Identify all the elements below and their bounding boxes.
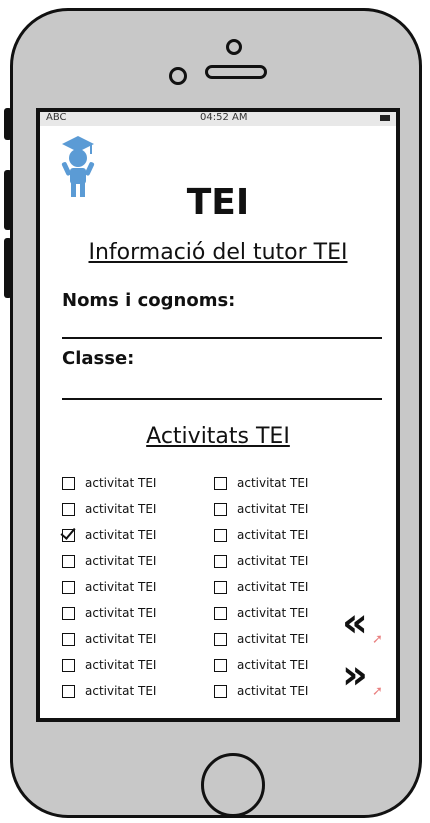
activity-label: activitat TEI: [237, 684, 309, 698]
page-title: TEI: [186, 182, 250, 223]
checkbox[interactable]: [214, 606, 227, 620]
activity-label: activitat TEI: [237, 658, 309, 672]
activity-item[interactable]: activitat TEI: [62, 678, 156, 704]
double-chevron-left-icon: «: [342, 600, 368, 646]
activity-label: activitat TEI: [237, 580, 309, 594]
front-camera: [169, 67, 187, 85]
mute-switch[interactable]: [4, 108, 12, 140]
activity-item[interactable]: activitat TEI: [214, 574, 308, 600]
prev-page-button[interactable]: « ➚: [342, 600, 386, 650]
carrier-label: ABC: [46, 112, 67, 123]
class-input-line[interactable]: [62, 398, 382, 400]
activity-label: activitat TEI: [237, 606, 309, 620]
activity-item[interactable]: activitat TEI: [214, 496, 308, 522]
activity-item[interactable]: activitat TEI: [214, 522, 308, 548]
phone-screen: ABC 04:52 AM TEI Informació del tutor TE…: [36, 108, 400, 722]
checkbox[interactable]: [62, 658, 75, 672]
volume-down-button[interactable]: [4, 238, 12, 298]
checkbox[interactable]: [62, 502, 75, 516]
checkbox[interactable]: [214, 684, 227, 698]
activities-title: Activitats TEI: [146, 424, 290, 449]
activities-left-column: activitat TEI activitat TEI activitat TEI a…: [62, 470, 156, 704]
checkbox[interactable]: [214, 632, 227, 646]
battery-icon: [380, 115, 390, 121]
name-input-line[interactable]: [62, 337, 382, 339]
activity-item[interactable]: activitat TEI: [214, 678, 308, 704]
volume-up-button[interactable]: [4, 170, 12, 230]
activity-label: activitat TEI: [237, 502, 309, 516]
activity-label: activitat TEI: [85, 554, 157, 568]
activity-item[interactable]: activitat TEI: [214, 600, 308, 626]
activity-item[interactable]: activitat TEI: [62, 626, 156, 652]
checkbox[interactable]: [62, 606, 75, 620]
checkbox[interactable]: [214, 554, 227, 568]
activity-label: activitat TEI: [85, 528, 157, 542]
checkbox[interactable]: [214, 528, 227, 542]
activity-item[interactable]: activitat TEI: [214, 548, 308, 574]
activity-label: activitat TEI: [237, 632, 309, 646]
activity-label: activitat TEI: [237, 528, 309, 542]
checkbox[interactable]: [62, 476, 75, 490]
activity-item[interactable]: activitat TEI: [214, 652, 308, 678]
activities-right-column: activitat TEI activitat TEI activitat TEI a…: [214, 470, 308, 704]
name-label: Noms i cognoms:: [62, 290, 236, 311]
activity-item[interactable]: activitat TEI: [62, 522, 156, 548]
camera-dot: [226, 39, 242, 55]
checkbox-checked[interactable]: [62, 528, 75, 542]
checkbox[interactable]: [214, 658, 227, 672]
checkbox[interactable]: [62, 632, 75, 646]
activity-item[interactable]: activitat TEI: [214, 470, 308, 496]
activity-item[interactable]: activitat TEI: [62, 600, 156, 626]
page-subtitle: Informació del tutor TEI: [88, 240, 348, 265]
next-page-button[interactable]: » ➚: [342, 652, 386, 702]
activity-label: activitat TEI: [85, 606, 157, 620]
class-label: Classe:: [62, 348, 135, 369]
activity-item[interactable]: activitat TEI: [62, 652, 156, 678]
checkbox[interactable]: [62, 580, 75, 594]
checkbox[interactable]: [214, 580, 227, 594]
checkbox[interactable]: [62, 554, 75, 568]
activity-label: activitat TEI: [85, 502, 157, 516]
activity-label: activitat TEI: [85, 632, 157, 646]
checkbox[interactable]: [214, 476, 227, 490]
speaker-slot: [205, 65, 267, 79]
double-chevron-right-icon: »: [342, 652, 368, 698]
cursor-arrow-icon: ➚: [372, 684, 383, 699]
home-button[interactable]: [201, 753, 265, 817]
activity-label: activitat TEI: [85, 580, 157, 594]
activity-item[interactable]: activitat TEI: [62, 548, 156, 574]
cursor-arrow-icon: ➚: [372, 632, 383, 647]
activity-item[interactable]: activitat TEI: [214, 626, 308, 652]
checkbox[interactable]: [62, 684, 75, 698]
activity-label: activitat TEI: [85, 658, 157, 672]
status-bar: ABC 04:52 AM: [40, 112, 396, 126]
activity-item[interactable]: activitat TEI: [62, 574, 156, 600]
activity-item[interactable]: activitat TEI: [62, 496, 156, 522]
activity-label: activitat TEI: [237, 554, 309, 568]
activity-label: activitat TEI: [237, 476, 309, 490]
activity-label: activitat TEI: [85, 684, 157, 698]
status-time: 04:52 AM: [200, 112, 248, 123]
checkbox[interactable]: [214, 502, 227, 516]
activity-label: activitat TEI: [85, 476, 157, 490]
activity-item[interactable]: activitat TEI: [62, 470, 156, 496]
